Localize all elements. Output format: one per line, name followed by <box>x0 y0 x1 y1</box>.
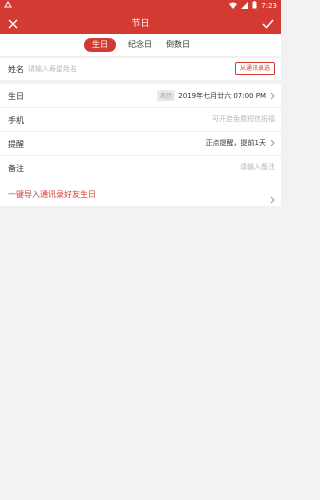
birthday-label: 生日 <box>8 92 24 101</box>
import-contacts-row[interactable]: 一键导入通讯录好友生日 <box>0 182 281 206</box>
note-value: 请输入备注 <box>240 163 275 171</box>
reminder-value: 正点提醒，提前1天 <box>205 139 266 147</box>
check-icon <box>262 14 274 33</box>
name-input[interactable] <box>28 62 208 76</box>
tab-anniversary[interactable]: 纪念日 <box>120 38 160 52</box>
chevron-right-icon <box>269 138 275 148</box>
phone-value: 可开启免费短信祝福 <box>212 115 275 123</box>
tab-countdown[interactable]: 倒数日 <box>158 38 198 52</box>
chevron-right-icon <box>269 91 275 101</box>
reminder-label: 提醒 <box>8 140 24 149</box>
import-contacts-label: 一键导入通讯录好友生日 <box>8 190 96 199</box>
status-time: 7:23 <box>261 2 277 10</box>
name-row: 姓名 从通讯录选 <box>0 58 281 80</box>
battery-icon <box>252 1 257 11</box>
name-label: 姓名 <box>8 65 24 74</box>
phone-row[interactable]: 手机 可开启免费短信祝福 <box>0 108 281 132</box>
birthday-row[interactable]: 生日 农历 2019年七月廿六 07:00 PM <box>0 84 281 108</box>
birthday-value-group: 农历 2019年七月廿六 07:00 PM <box>157 90 275 101</box>
pick-from-contacts-button[interactable]: 从通讯录选 <box>234 62 275 75</box>
reminder-value-group: 正点提醒，提前1天 <box>206 138 275 148</box>
signal-icon <box>241 1 249 11</box>
tab-bar: 生日 纪念日 倒数日 <box>0 34 281 56</box>
lunar-badge[interactable]: 农历 <box>157 90 176 101</box>
save-button[interactable] <box>261 16 275 30</box>
tab-birthday[interactable]: 生日 <box>84 38 116 52</box>
wifi-icon <box>229 2 238 11</box>
chevron-right-icon <box>270 189 275 208</box>
birthday-value: 2019年七月廿六 07:00 PM <box>178 91 266 100</box>
notification-icon <box>4 1 12 11</box>
page-title: 节日 <box>131 19 150 29</box>
phone-value-group: 可开启免费短信祝福 <box>212 114 275 124</box>
reminder-row[interactable]: 提醒 正点提醒，提前1天 <box>0 132 281 156</box>
note-label: 备注 <box>8 164 24 173</box>
note-row[interactable]: 备注 请输入备注 <box>0 156 281 180</box>
status-bar: 7:23 <box>0 0 281 12</box>
app-bar: 节日 <box>0 12 281 34</box>
note-value-group: 请输入备注 <box>240 162 275 172</box>
phone-label: 手机 <box>8 116 24 125</box>
status-right: 7:23 <box>229 1 277 11</box>
